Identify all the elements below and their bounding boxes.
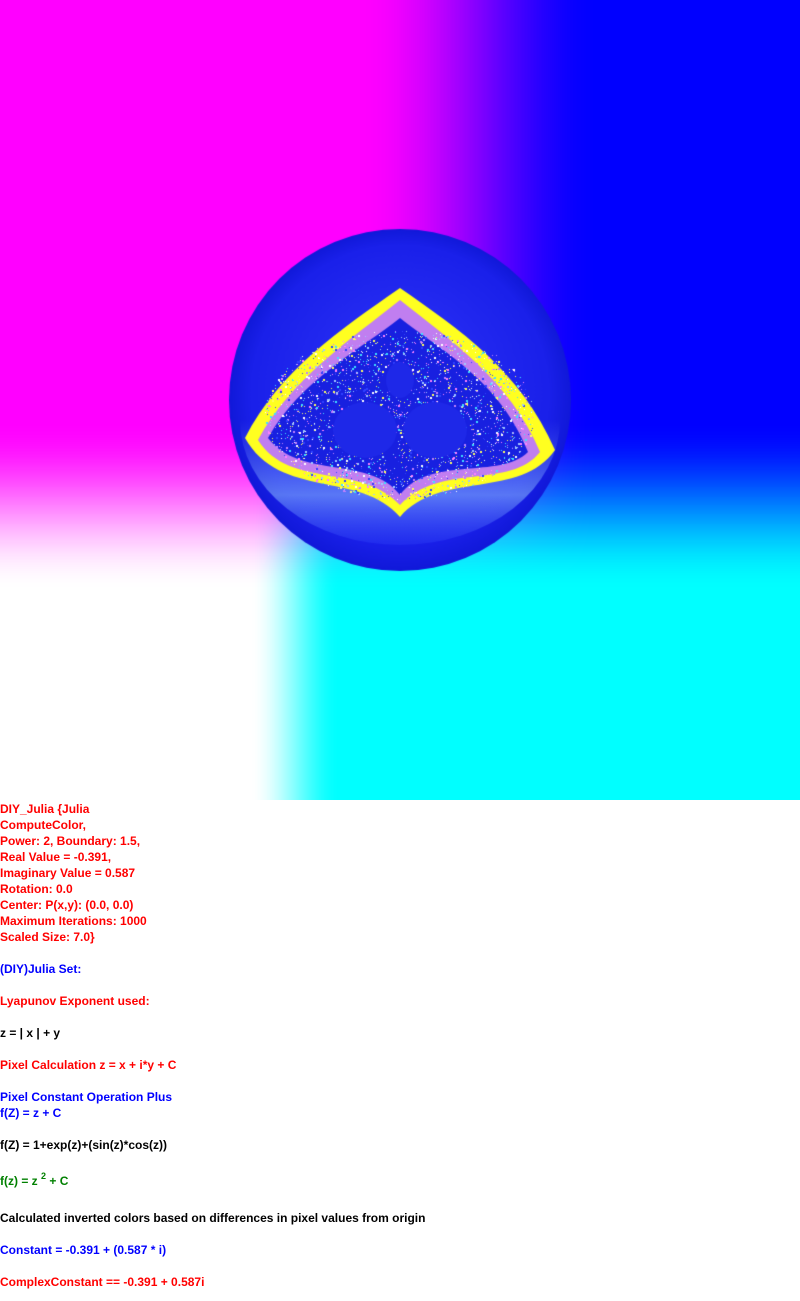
fz-constant-formula: f(Z) = z + C	[0, 1106, 62, 1120]
complex-constant-value: ComplexConstant == -0.391 + 0.587i	[0, 1275, 205, 1289]
param-line-1: DIY_Julia {Julia	[0, 802, 90, 816]
fz-main-formula: f(z) = z 2 + C	[0, 1172, 800, 1189]
z-formula: z = | x | + y	[0, 1026, 61, 1040]
fz-main-prefix: f(z) = z	[0, 1174, 41, 1188]
inverted-colors-note: Calculated inverted colors based on diff…	[0, 1211, 426, 1225]
constant-value: Constant = -0.391 + (0.587 * i)	[0, 1243, 167, 1257]
param-line-3: Power: 2, Boundary: 1.5,	[0, 834, 141, 848]
pixel-calculation: Pixel Calculation z = x + i*y + C	[0, 1058, 177, 1072]
fz-main-suffix: + C	[46, 1174, 69, 1188]
param-line-7: Center: P(x,y): (0.0, 0.0)	[0, 898, 134, 912]
param-line-9: Scaled Size: 7.0}	[0, 930, 95, 944]
fz-exp-formula: f(Z) = 1+exp(z)+(sin(z)*cos(z))	[0, 1138, 168, 1152]
param-line-5: Imaginary Value = 0.587	[0, 866, 136, 880]
param-line-8: Maximum Iterations: 1000	[0, 914, 147, 928]
param-line-2: ComputeColor,	[0, 818, 86, 832]
julia-fractal-image	[0, 0, 800, 800]
set-name-label: (DIY)Julia Set:	[0, 962, 82, 976]
param-line-4: Real Value = -0.391,	[0, 850, 112, 864]
fractal-info-panel: DIY_Julia {Julia ComputeColor, Power: 2,…	[0, 801, 800, 1290]
param-line-6: Rotation: 0.0	[0, 882, 73, 896]
constant-operation: Pixel Constant Operation Plus	[0, 1090, 173, 1104]
lyapunov-label: Lyapunov Exponent used:	[0, 994, 150, 1008]
